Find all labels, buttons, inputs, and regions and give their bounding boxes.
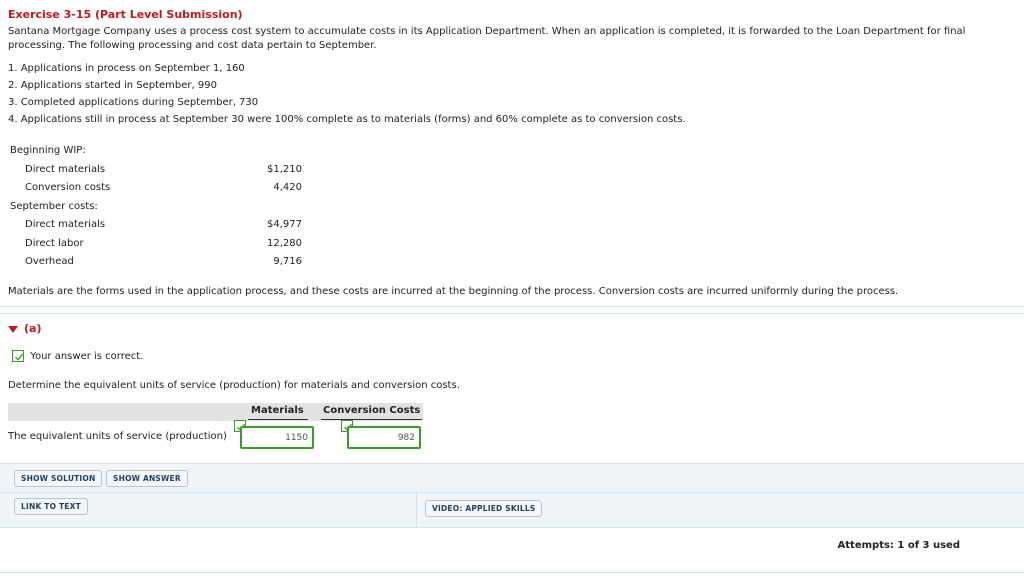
cost-row-label: Conversion costs bbox=[25, 182, 111, 193]
cost-row-value: 4,420 bbox=[273, 182, 302, 193]
list-item: 4. Applications still in process at Sept… bbox=[8, 114, 686, 125]
divider bbox=[0, 313, 1024, 314]
exercise-title: Exercise 3-15 (Part Level Submission) bbox=[8, 8, 243, 21]
exercise-intro: Santana Mortgage Company uses a process … bbox=[8, 26, 966, 51]
list-item: 1. Applications in process on September … bbox=[8, 63, 245, 74]
list-item: 2. Applications started in September, 99… bbox=[8, 80, 217, 91]
col-header-conversion: Conversion Costs bbox=[323, 405, 421, 416]
cost-row-value: 12,280 bbox=[267, 238, 302, 249]
list-item: 3. Completed applications during Septemb… bbox=[8, 97, 259, 108]
cost-row-value: 9,716 bbox=[273, 256, 302, 267]
col-header-materials: Materials bbox=[251, 405, 304, 416]
row-label: The equivalent units of service (product… bbox=[8, 431, 227, 442]
cost-row-label: Direct materials bbox=[25, 164, 106, 175]
question-text: Determine the equivalent units of servic… bbox=[8, 380, 460, 391]
show-answer-button[interactable]: SHOW ANSWER bbox=[106, 470, 188, 487]
link-to-text-button[interactable]: LINK TO TEXT bbox=[14, 498, 88, 515]
september-costs-heading: September costs: bbox=[10, 201, 98, 212]
divider bbox=[416, 493, 417, 527]
beginning-wip-heading: Beginning WIP: bbox=[10, 145, 86, 156]
feedback-text: Your answer is correct. bbox=[30, 350, 144, 362]
video-applied-skills-button[interactable]: VIDEO: APPLIED SKILLS bbox=[425, 500, 543, 517]
cost-row-label: Direct materials bbox=[25, 219, 106, 230]
show-solution-button[interactable]: SHOW SOLUTION bbox=[14, 470, 103, 487]
cost-row-label: Direct labor bbox=[25, 238, 84, 249]
attempts-counter: Attempts: 1 of 3 used bbox=[837, 540, 960, 551]
conversion-costs-input[interactable] bbox=[347, 426, 421, 449]
divider bbox=[0, 572, 1024, 573]
part-a-toggle[interactable]: (a) bbox=[8, 322, 41, 335]
divider bbox=[248, 419, 308, 420]
materials-input[interactable] bbox=[240, 426, 314, 449]
divider bbox=[0, 527, 1024, 528]
feedback-message: Your answer is correct. bbox=[12, 350, 143, 362]
caret-down-icon bbox=[8, 325, 18, 333]
cost-row-value: $1,210 bbox=[267, 164, 302, 175]
divider bbox=[0, 306, 1024, 307]
materials-note: Materials are the forms used in the appl… bbox=[8, 286, 899, 297]
checkmark-icon bbox=[12, 350, 24, 362]
cost-row-label: Overhead bbox=[25, 256, 74, 267]
cost-row-value: $4,977 bbox=[267, 219, 302, 230]
divider bbox=[321, 419, 422, 420]
part-a-label: (a) bbox=[24, 322, 42, 335]
